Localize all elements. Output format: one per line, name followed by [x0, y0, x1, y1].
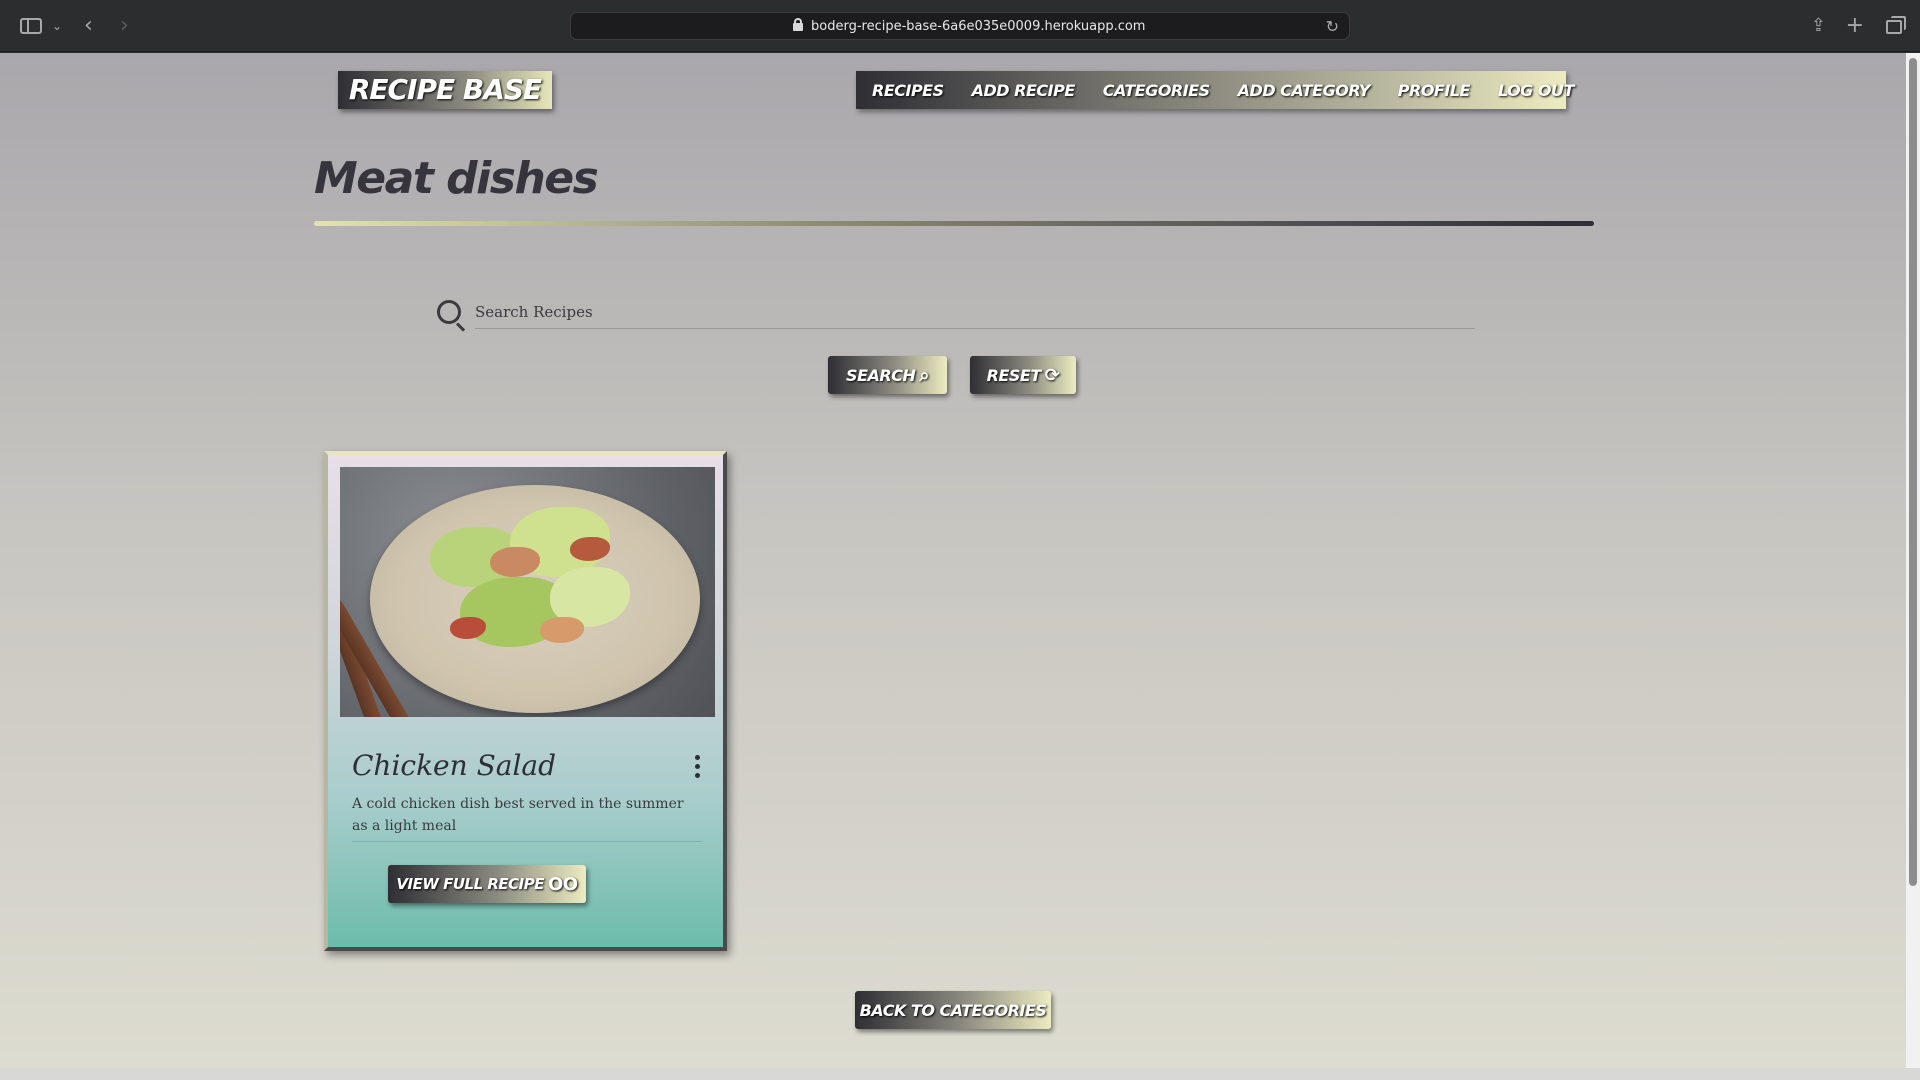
search-button[interactable]: SEARCH ⌕ — [828, 356, 947, 394]
nav-item-recipes[interactable]: RECIPES — [872, 81, 944, 100]
title-divider — [314, 221, 1594, 226]
nav-item-add-recipe[interactable]: ADD RECIPE — [972, 81, 1076, 100]
chevron-down-icon[interactable]: ⌄ — [52, 14, 62, 38]
nav-item-profile[interactable]: PROFILE — [1398, 81, 1471, 100]
browser-toolbar: ⌄ ‹ › boderg-recipe-base-6a6e035e0009.he… — [0, 0, 1920, 52]
more-options-icon[interactable] — [693, 755, 701, 779]
reset-button-label: RESET — [986, 365, 1042, 385]
lock-icon — [793, 18, 803, 31]
nav-item-add-category[interactable]: ADD CATEGORY — [1238, 81, 1371, 100]
nav-item-log-out[interactable]: LOG OUT — [1498, 81, 1574, 100]
back-to-categories-button[interactable]: BACK TO CATEGORIES — [855, 991, 1051, 1029]
page-title: Meat dishes — [314, 153, 599, 204]
share-icon[interactable]: ⇪ — [1811, 14, 1826, 38]
recipe-image — [340, 467, 715, 717]
tab-overview-icon[interactable] — [1886, 16, 1906, 34]
card-divider — [352, 841, 702, 842]
back-arrow-icon[interactable]: ‹ — [84, 14, 93, 38]
recipe-card: Chicken Salad A cold chicken dish best s… — [324, 451, 727, 951]
url-text: boderg-recipe-base-6a6e035e0009.herokuap… — [811, 19, 1146, 34]
address-bar[interactable]: boderg-recipe-base-6a6e035e0009.herokuap… — [570, 12, 1350, 40]
reset-button[interactable]: RESET ⟳ — [970, 356, 1076, 394]
search-icon: ⌕ — [919, 364, 929, 386]
view-full-recipe-label: VIEW FULL RECIPE — [396, 875, 544, 893]
window-bottom-edge — [0, 1068, 1920, 1080]
recipe-description: A cold chicken dish best served in the s… — [352, 796, 684, 834]
reload-icon[interactable]: ↻ — [1326, 14, 1339, 40]
site-logo[interactable]: RECIPE BASE — [338, 71, 552, 109]
forward-arrow-icon[interactable]: › — [120, 14, 129, 38]
recipe-title: Chicken Salad — [352, 749, 557, 782]
search-button-label: SEARCH — [846, 365, 916, 385]
search-icon — [437, 300, 467, 332]
main-nav: RECIPES ADD RECIPE CATEGORIES ADD CATEGO… — [856, 71, 1574, 109]
refresh-icon: ⟳ — [1044, 364, 1060, 386]
new-tab-icon[interactable]: + — [1846, 14, 1864, 38]
search-input[interactable] — [475, 295, 1475, 329]
page-viewport: RECIPE BASE RECIPES ADD RECIPE CATEGORIE… — [0, 53, 1906, 1068]
sidebar-toggle-icon[interactable] — [20, 18, 42, 34]
scrollbar-thumb[interactable] — [1909, 58, 1917, 886]
view-full-recipe-button[interactable]: VIEW FULL RECIPE oo — [388, 865, 586, 903]
nav-item-categories[interactable]: CATEGORIES — [1103, 81, 1210, 100]
glasses-icon: oo — [548, 873, 578, 895]
